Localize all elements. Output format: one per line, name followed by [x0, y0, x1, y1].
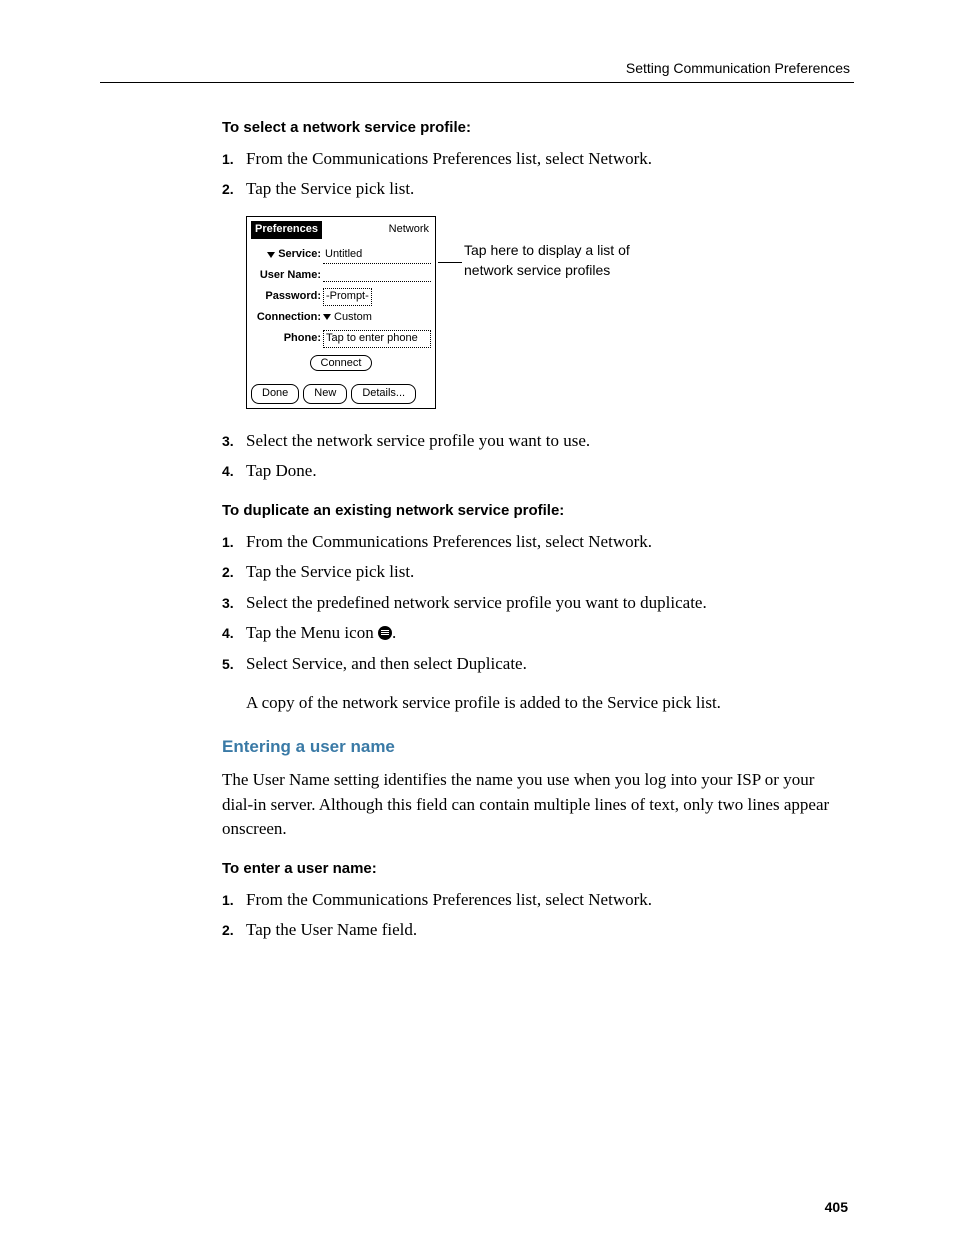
step-number: 2. — [222, 560, 246, 585]
step-number: 2. — [222, 918, 246, 943]
section1-heading: To select a network service profile: — [222, 117, 846, 139]
password-field[interactable]: -Prompt- — [323, 288, 372, 306]
list-item: 2.Tap the Service pick list. — [222, 560, 846, 585]
menu-icon — [378, 626, 392, 640]
step-text: From the Communications Preferences list… — [246, 888, 846, 913]
step-number: 2. — [222, 177, 246, 202]
section3-subheading: To enter a user name: — [222, 858, 846, 880]
connection-picklist[interactable]: Custom — [323, 310, 372, 326]
list-item: 1.From the Communications Preferences li… — [222, 147, 846, 172]
main-content: To select a network service profile: 1.F… — [222, 117, 846, 943]
done-button[interactable]: Done — [251, 384, 299, 404]
step-number: 1. — [222, 147, 246, 172]
step-text: Tap the Menu icon . — [246, 621, 846, 646]
step-number: 5. — [222, 652, 246, 677]
section3-heading: Entering a user name — [222, 735, 846, 760]
step-number: 3. — [222, 429, 246, 454]
step-number: 4. — [222, 621, 246, 646]
section2-steps: 1.From the Communications Preferences li… — [222, 530, 846, 677]
list-item: 1.From the Communications Preferences li… — [222, 530, 846, 555]
password-label: Password: — [251, 289, 323, 305]
step-number: 1. — [222, 530, 246, 555]
section1-steps-cont: 3.Select the network service profile you… — [222, 429, 846, 484]
figure-row: Preferences Network Service: Untitled Us… — [246, 216, 846, 409]
header-rule — [100, 82, 854, 83]
step-number: 3. — [222, 591, 246, 616]
username-field[interactable] — [323, 269, 431, 282]
figure-callout: Tap here to display a list of network se… — [464, 240, 644, 281]
section3-body: The User Name setting identifies the nam… — [222, 768, 846, 842]
step-number: 4. — [222, 459, 246, 484]
list-item: 2.Tap the Service pick list. — [222, 177, 846, 202]
details-button[interactable]: Details... — [351, 384, 416, 404]
step-text: Select the predefined network service pr… — [246, 591, 846, 616]
phone-field[interactable]: Tap to enter phone — [323, 330, 431, 348]
dropdown-icon — [267, 252, 275, 258]
section3-steps: 1.From the Communications Preferences li… — [222, 888, 846, 943]
step-text: From the Communications Preferences list… — [246, 530, 846, 555]
page-number: 405 — [825, 1199, 848, 1215]
list-item: 2.Tap the User Name field. — [222, 918, 846, 943]
running-header: Setting Communication Preferences — [100, 60, 854, 76]
connect-button[interactable]: Connect — [310, 355, 373, 371]
section1-steps: 1.From the Communications Preferences li… — [222, 147, 846, 202]
step-text: Tap the Service pick list. — [246, 177, 846, 202]
service-picklist[interactable]: Untitled — [323, 247, 431, 264]
step-text: Tap the User Name field. — [246, 918, 846, 943]
device-category-picker[interactable]: Network — [387, 221, 431, 239]
list-item: 1.From the Communications Preferences li… — [222, 888, 846, 913]
list-item: 4.Tap the Menu icon . — [222, 621, 846, 646]
new-button[interactable]: New — [303, 384, 347, 404]
step-text: From the Communications Preferences list… — [246, 147, 846, 172]
username-label: User Name: — [251, 268, 323, 284]
step-text: Select the network service profile you w… — [246, 429, 846, 454]
page: Setting Communication Preferences To sel… — [0, 0, 954, 1235]
section2-result: A copy of the network service profile is… — [246, 691, 846, 716]
list-item: 4.Tap Done. — [222, 459, 846, 484]
dropdown-icon — [323, 314, 331, 320]
step-number: 1. — [222, 888, 246, 913]
step-text: Select Service, and then select Duplicat… — [246, 652, 846, 677]
connection-label: Connection: — [251, 310, 323, 326]
step-text: Tap the Service pick list. — [246, 560, 846, 585]
list-item: 3.Select the network service profile you… — [222, 429, 846, 454]
device-screenshot: Preferences Network Service: Untitled Us… — [246, 216, 436, 409]
device-titlebar: Preferences Network — [251, 221, 431, 239]
section2-heading: To duplicate an existing network service… — [222, 500, 846, 522]
device-title: Preferences — [251, 221, 322, 239]
list-item: 3.Select the predefined network service … — [222, 591, 846, 616]
step-text: Tap Done. — [246, 459, 846, 484]
phone-label: Phone: — [251, 331, 323, 347]
list-item: 5.Select Service, and then select Duplic… — [222, 652, 846, 677]
service-label: Service: — [251, 247, 323, 263]
